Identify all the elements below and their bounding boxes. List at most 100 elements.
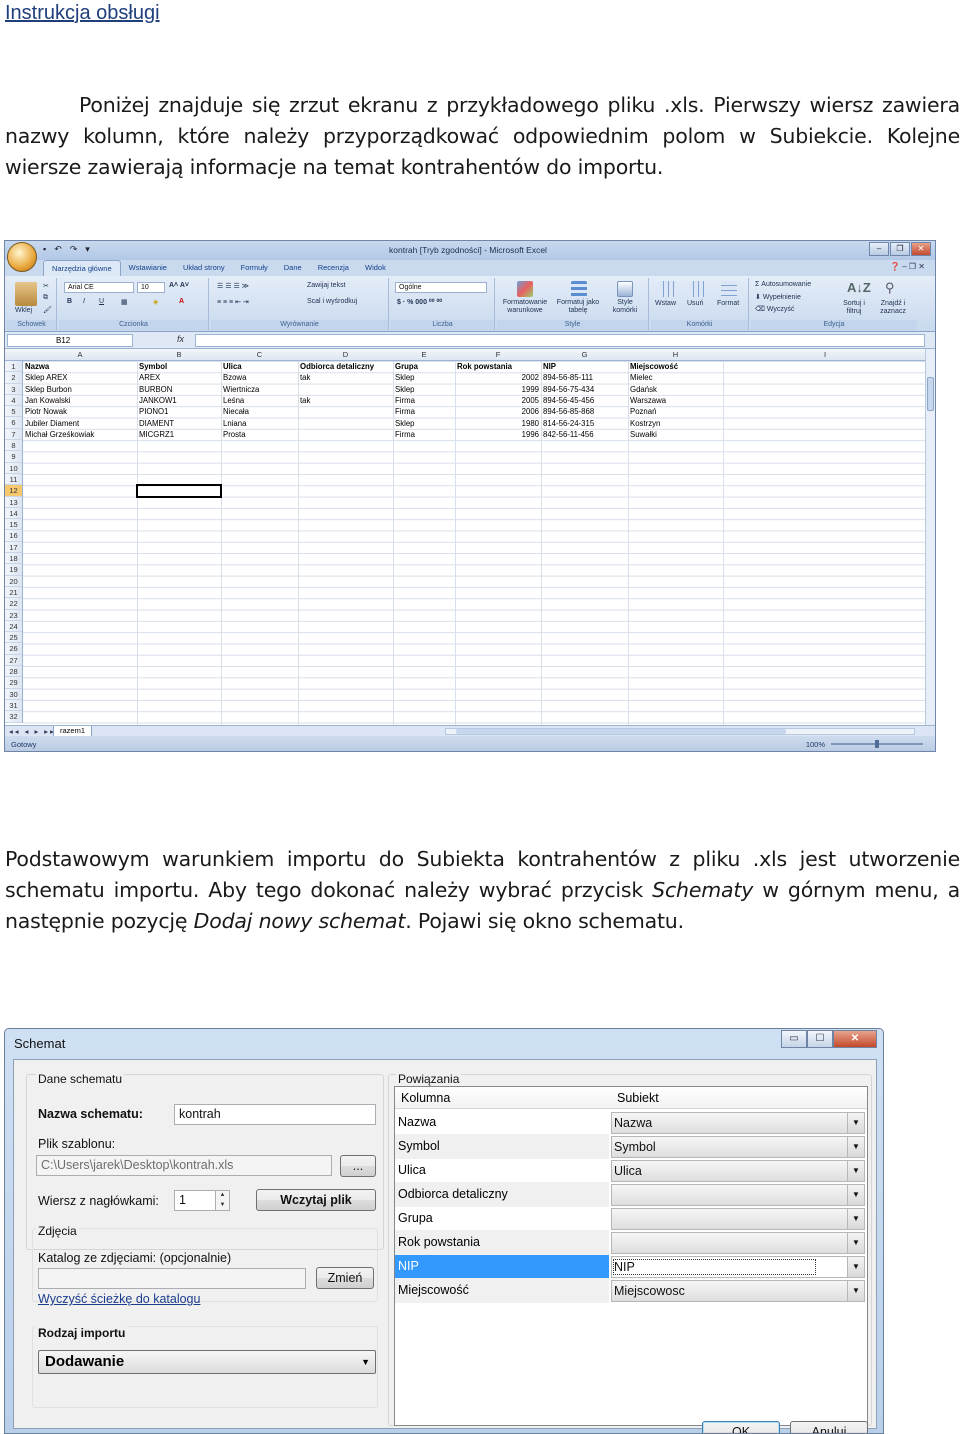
- delete-cells-icon[interactable]: [689, 281, 705, 297]
- close-icon[interactable]: ✕: [911, 242, 931, 256]
- align-left-icon[interactable]: ≡ ≡ ≡ ⇤ ⇥: [217, 298, 249, 306]
- load-file-button[interactable]: Wczytaj plik: [256, 1189, 376, 1211]
- help-icon[interactable]: ❓ – ❐ ✕: [890, 262, 925, 271]
- row-header[interactable]: 9: [5, 451, 22, 463]
- mapping-row[interactable]: Nazwa Nazwa ▼: [395, 1111, 867, 1135]
- clear-dir-link[interactable]: Wyczyść ścieżkę do katalogu: [38, 1292, 200, 1306]
- merge-center-button[interactable]: Scal i wyśrodkuj: [307, 298, 357, 305]
- mapping-target-select[interactable]: Ulica ▼: [611, 1160, 865, 1182]
- row-header[interactable]: 20: [5, 576, 22, 587]
- table-cell[interactable]: 894-56-85-868: [543, 406, 626, 417]
- table-cell[interactable]: DIAMENT: [139, 418, 219, 429]
- scroll-thumb[interactable]: [456, 729, 786, 734]
- table-cell[interactable]: Sklep Burbon: [25, 384, 135, 395]
- table-cell[interactable]: Firma: [395, 395, 453, 406]
- table-cell[interactable]: Jan Kowalski: [25, 395, 135, 406]
- import-type-select[interactable]: Dodawanie ▼: [38, 1350, 376, 1374]
- table-cell[interactable]: Leśna: [223, 395, 296, 406]
- mapping-target-select[interactable]: Nazwa ▼: [611, 1112, 865, 1134]
- grow-font-icon[interactable]: A˄ A˅: [169, 282, 189, 289]
- row-header[interactable]: 11: [5, 474, 22, 486]
- row-header[interactable]: 5: [5, 406, 22, 418]
- binoculars-icon[interactable]: ⚲: [885, 280, 895, 296]
- sheet-nav-arrows[interactable]: ◂◂ ◂ ▸ ▸▸: [9, 727, 56, 736]
- table-cell[interactable]: Miejscowość: [630, 361, 721, 372]
- mapping-row[interactable]: NIP NIP ▼: [395, 1255, 867, 1279]
- table-cell[interactable]: Bzowa: [223, 372, 296, 383]
- name-box[interactable]: B12: [7, 334, 133, 347]
- table-cell[interactable]: tak: [300, 372, 391, 383]
- mapping-row[interactable]: Grupa ▼: [395, 1207, 867, 1231]
- table-cell[interactable]: Wiertnicza: [223, 384, 296, 395]
- wrap-text-button[interactable]: Zawijaj tekst: [307, 282, 346, 289]
- cell-area[interactable]: Nazwa Symbol Ulica Odbiorca detaliczny Grupa…: [23, 361, 927, 725]
- row-header[interactable]: 17: [5, 542, 22, 554]
- ribbon-tab[interactable]: Formuły: [233, 260, 276, 276]
- mapping-target-select[interactable]: ▼: [611, 1208, 865, 1230]
- row-header[interactable]: 18: [5, 553, 22, 565]
- table-cell[interactable]: 842-56-11-456: [543, 429, 626, 440]
- template-file-input[interactable]: C:\Users\jarek\Desktop\kontrah.xls: [36, 1155, 332, 1176]
- row-header[interactable]: 30: [5, 689, 22, 700]
- format-cells-icon[interactable]: [721, 281, 737, 297]
- mapping-row[interactable]: Ulica Ulica ▼: [395, 1159, 867, 1183]
- table-cell[interactable]: 2002: [457, 372, 539, 383]
- column-header[interactable]: B: [137, 350, 221, 359]
- column-header[interactable]: D: [298, 350, 393, 359]
- chevron-down-icon[interactable]: ▼: [847, 1257, 864, 1277]
- schema-name-input[interactable]: kontrah: [174, 1104, 376, 1125]
- browse-button[interactable]: ...: [340, 1155, 376, 1177]
- ribbon-tab[interactable]: Narzędzia główne: [43, 260, 121, 276]
- row-header[interactable]: 12: [5, 485, 22, 497]
- clear-button[interactable]: ⌫ Wyczyść: [755, 305, 794, 313]
- row-header[interactable]: 24: [5, 621, 22, 633]
- underline-icon[interactable]: U: [99, 298, 104, 305]
- table-cell[interactable]: Sklep: [395, 384, 453, 395]
- conditional-format-icon[interactable]: [517, 281, 533, 297]
- bold-icon[interactable]: B: [67, 298, 72, 305]
- table-cell[interactable]: Prosta: [223, 429, 296, 440]
- table-cell[interactable]: 1980: [457, 418, 539, 429]
- mapping-row[interactable]: Miejscowość Miejscowosc ▼: [395, 1279, 867, 1303]
- chevron-down-icon[interactable]: ▼: [847, 1233, 864, 1253]
- table-cell[interactable]: JANKOW1: [139, 395, 219, 406]
- horizontal-scrollbar[interactable]: [445, 728, 915, 735]
- row-header[interactable]: 25: [5, 632, 22, 644]
- table-cell[interactable]: Michał Grześkowiak: [25, 429, 135, 440]
- delete-button[interactable]: Usuń: [687, 300, 703, 307]
- stepper-down-icon[interactable]: ▼: [216, 1201, 229, 1211]
- table-cell[interactable]: Kostrzyn: [630, 418, 721, 429]
- font-size-select[interactable]: 10: [137, 282, 165, 293]
- table-cell[interactable]: Nazwa: [25, 361, 135, 372]
- table-cell[interactable]: 894-56-75-434: [543, 384, 626, 395]
- table-cell[interactable]: Firma: [395, 429, 453, 440]
- find-select-button[interactable]: Znajdź i zaznacz: [873, 300, 913, 316]
- column-header[interactable]: G: [541, 350, 628, 359]
- row-header[interactable]: 14: [5, 508, 22, 520]
- font-color-icon[interactable]: A: [179, 298, 184, 305]
- autosum-button[interactable]: Σ Autosumowanie: [755, 281, 811, 288]
- cut-icon[interactable]: ✂: [43, 282, 49, 290]
- chevron-down-icon[interactable]: ▼: [847, 1161, 864, 1181]
- minimize-icon[interactable]: –: [869, 242, 889, 256]
- ok-button[interactable]: OK: [702, 1421, 780, 1433]
- maximize-icon[interactable]: ☐: [807, 1030, 833, 1048]
- table-cell[interactable]: Lniana: [223, 418, 296, 429]
- insert-cells-icon[interactable]: [659, 281, 675, 297]
- change-dir-button[interactable]: Zmień: [316, 1267, 374, 1289]
- currency-icon[interactable]: $ · % 000 ⁰⁰ ⁰⁰: [397, 298, 442, 306]
- table-cell[interactable]: Piotr Nowak: [25, 406, 135, 417]
- row-header[interactable]: 1: [5, 361, 22, 373]
- zoom-slider[interactable]: [831, 740, 923, 748]
- chevron-down-icon[interactable]: ▼: [847, 1137, 864, 1157]
- format-table-button[interactable]: Formatuj jako tabelę: [553, 299, 603, 315]
- row-header[interactable]: 27: [5, 655, 22, 667]
- table-cell[interactable]: Gdańsk: [630, 384, 721, 395]
- table-cell[interactable]: Firma: [395, 406, 453, 417]
- column-header[interactable]: H: [628, 350, 723, 359]
- qat-menu-icon[interactable]: ▾: [85, 244, 90, 255]
- row-header[interactable]: 3: [5, 384, 22, 395]
- table-cell[interactable]: PIONO1: [139, 406, 219, 417]
- header-row-input[interactable]: 1: [174, 1190, 216, 1211]
- column-header[interactable]: E: [393, 350, 455, 359]
